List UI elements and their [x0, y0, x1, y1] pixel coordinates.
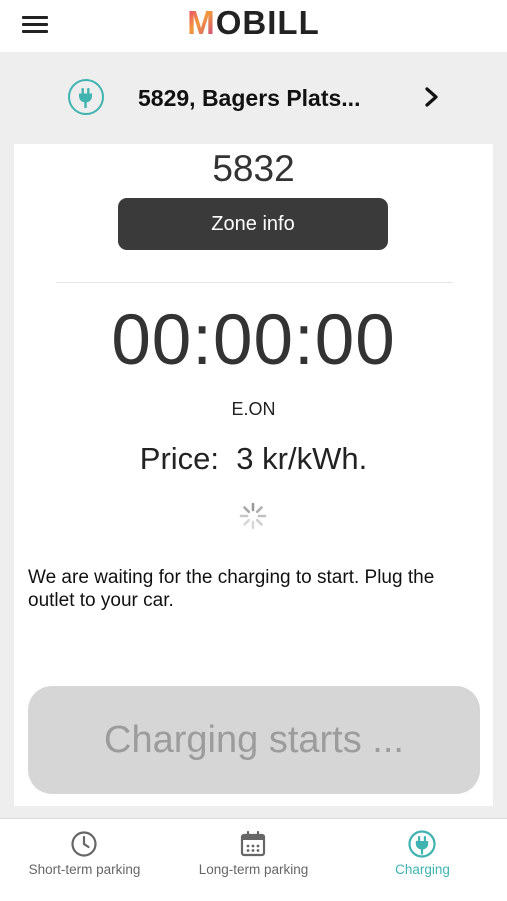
tab-short-term-parking[interactable]: Short-term parking: [0, 819, 169, 901]
chevron-right-icon: [425, 87, 438, 107]
price-line: Price: 3 kr/kWh.: [0, 441, 507, 477]
app-logo: MOBILL: [187, 4, 320, 41]
status-message: We are waiting for the charging to start…: [28, 567, 435, 611]
top-bar: MOBILL: [0, 0, 507, 52]
tab-label: Short-term parking: [28, 862, 141, 877]
zone-info-button[interactable]: Zone info: [118, 198, 388, 250]
ev-plug-icon: [68, 79, 104, 115]
tab-label: Long-term parking: [198, 862, 309, 877]
tab-charging[interactable]: Charging: [338, 819, 507, 901]
divider: [56, 282, 453, 283]
zone-title: 5829, Bagers Plats...: [138, 85, 361, 111]
loading-spinner-icon: [239, 502, 267, 530]
tab-label: Charging: [395, 862, 450, 877]
charging-start-button[interactable]: Charging starts ...: [28, 686, 480, 794]
operator-name: E.ON: [231, 399, 276, 419]
clock-icon: [71, 831, 97, 857]
price-label: Price:: [139, 441, 220, 476]
tab-long-term-parking[interactable]: Long-term parking: [169, 819, 338, 901]
zone-selector[interactable]: 5829, Bagers Plats...: [0, 52, 507, 144]
background-gutter: [493, 144, 507, 818]
zone-code: 5832: [212, 148, 295, 189]
calendar-icon: [240, 830, 266, 857]
charging-timer: 00:00:00: [111, 301, 396, 380]
ev-plug-icon: [408, 830, 436, 858]
bottom-tab-bar: Short-term parking Long-term parking Cha…: [0, 818, 507, 901]
background-gutter: [0, 144, 14, 818]
price-value: 3 kr/kWh.: [236, 441, 368, 476]
background-gutter: [0, 806, 507, 818]
